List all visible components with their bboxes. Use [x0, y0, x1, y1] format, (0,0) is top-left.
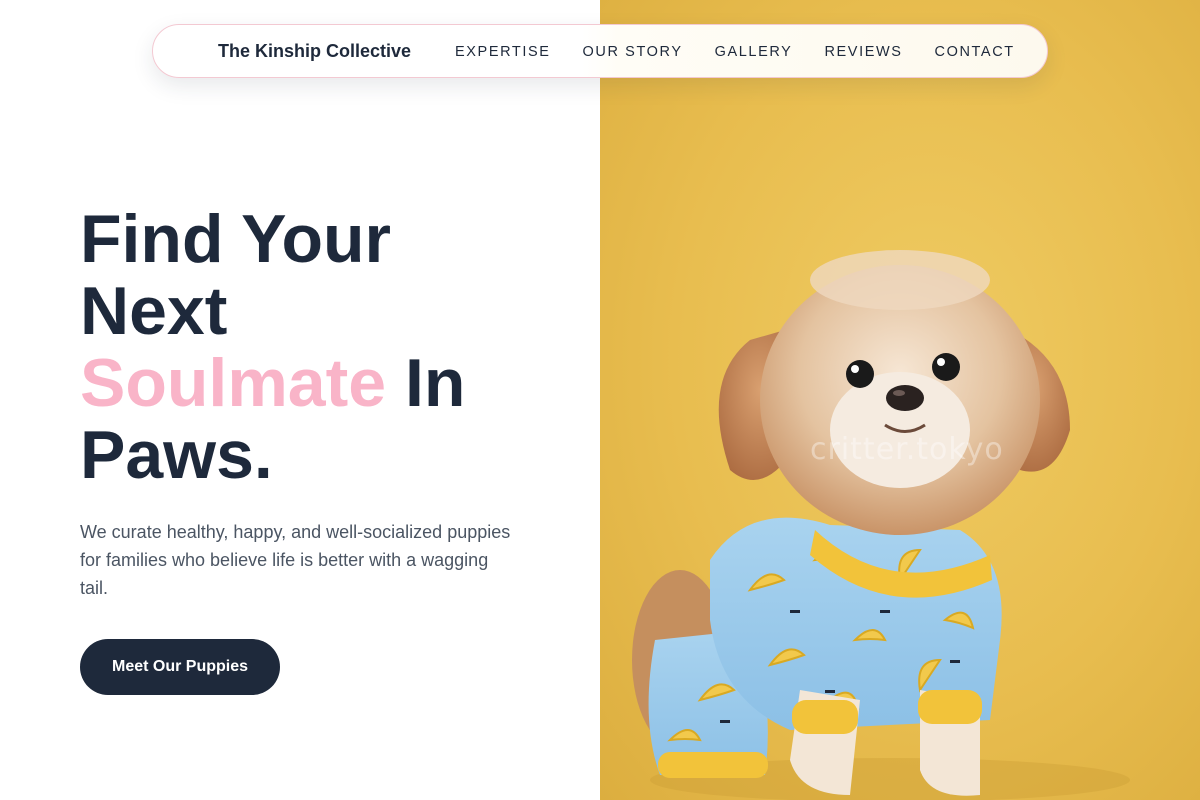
hero-title-line-2: Next [80, 273, 228, 349]
hero-subtitle: We curate healthy, happy, and well-socia… [80, 522, 511, 598]
nav-link-reviews[interactable]: REVIEWS [824, 44, 902, 60]
hero-title-line-4: Paws. [80, 417, 273, 493]
nav-link-expertise[interactable]: EXPERTISE [455, 44, 551, 60]
photo-watermark: critter.tokyo [810, 432, 1004, 467]
hero-title-line-1: Find Your [80, 201, 392, 277]
main-navbar: The Kinship Collective EXPERTISE OUR STO… [152, 24, 1048, 78]
nav-item-reviews: REVIEWS [824, 43, 902, 61]
nav-item-gallery: GALLERY [715, 43, 793, 61]
nav-link-contact[interactable]: CONTACT [935, 44, 1015, 60]
nav-link-our-story[interactable]: OUR STORY [583, 44, 683, 60]
nav-item-contact: CONTACT [935, 43, 1015, 61]
meet-our-puppies-button[interactable]: Meet Our Puppies [80, 639, 280, 695]
nav-item-expertise: EXPERTISE [455, 43, 551, 61]
hero-title-accent: Soulmate [80, 345, 387, 421]
nav-item-our-story: OUR STORY [583, 43, 683, 61]
nav-link-gallery[interactable]: GALLERY [715, 44, 793, 60]
hero-section: Find Your Next Soulmate In Paws. We cura… [80, 203, 580, 602]
nav-links: EXPERTISE OUR STORY GALLERY REVIEWS CONT… [455, 43, 1047, 61]
hero-title-after-accent: In [386, 345, 466, 421]
brand-logo[interactable]: The Kinship Collective [218, 41, 411, 62]
puppy-illustration [632, 250, 1130, 800]
hero-title: Find Your Next Soulmate In Paws. [80, 203, 580, 491]
hero-photo: critter.tokyo [600, 0, 1200, 800]
